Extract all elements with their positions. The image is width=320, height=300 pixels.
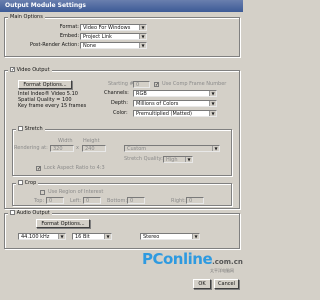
chevron-down-icon: ▼ bbox=[185, 157, 192, 162]
stretch-quality-value: High bbox=[166, 157, 178, 163]
stretch-preset-select[interactable]: Custom ▼ bbox=[124, 145, 220, 152]
rendering-at-label: Rendering at: bbox=[14, 145, 48, 151]
post-render-select-value: None bbox=[83, 43, 97, 49]
post-render-select[interactable]: None ▼ bbox=[80, 42, 147, 49]
starting-number-label: Starting #: bbox=[108, 81, 136, 87]
audio-channels-value: Stereo bbox=[143, 234, 160, 240]
use-comp-frame-checkbox[interactable]: ✓ bbox=[154, 82, 159, 88]
audio-rate-value: 44.100 kHz bbox=[21, 234, 50, 240]
watermark-brand: PConline bbox=[142, 250, 213, 268]
crop-title: Crop bbox=[24, 180, 37, 186]
lock-aspect-label: Lock Aspect Ratio to 4:3 bbox=[44, 165, 105, 171]
stretch-title-wrap: Stretch bbox=[16, 126, 45, 133]
format-select-value: Video For Windows bbox=[83, 25, 131, 31]
rendering-at-height-field[interactable]: 240 bbox=[82, 145, 106, 152]
ok-button[interactable]: OK bbox=[193, 279, 211, 289]
crop-left-label: Left: bbox=[70, 198, 82, 204]
watermark-brand-line: PConline.com.cn bbox=[142, 250, 243, 268]
color-label: Color: bbox=[113, 110, 128, 116]
chevron-down-icon: ▼ bbox=[139, 34, 146, 39]
color-select-value: Premultiplied (Matted) bbox=[136, 111, 192, 117]
stretch-quality-select[interactable]: High ▼ bbox=[163, 156, 193, 163]
format-label: Format: bbox=[59, 24, 79, 30]
watermark-slogan: 太平洋电脑网 bbox=[210, 268, 234, 273]
title-bar: Output Module Settings bbox=[0, 0, 243, 12]
chevron-down-icon: ▼ bbox=[139, 25, 146, 30]
stretch-quality-label: Stretch Quality: bbox=[124, 156, 163, 162]
chevron-down-icon: ▼ bbox=[58, 234, 65, 239]
crop-left-field[interactable]: 0 bbox=[83, 197, 101, 204]
chevron-down-icon: ▼ bbox=[209, 101, 216, 106]
color-select[interactable]: Premultiplied (Matted) ▼ bbox=[133, 110, 217, 117]
audio-bits-value: 16 Bit bbox=[75, 234, 90, 240]
depth-label: Depth: bbox=[111, 100, 128, 106]
cancel-button[interactable]: Cancel bbox=[214, 279, 239, 289]
crop-top-label: Top: bbox=[34, 198, 45, 204]
video-format-options-button[interactable]: Format Options... bbox=[18, 80, 72, 89]
depth-select-value: Millions of Colors bbox=[136, 101, 179, 107]
crop-checkbox[interactable] bbox=[18, 180, 23, 185]
audio-format-options-button[interactable]: Format Options... bbox=[36, 219, 90, 228]
lock-aspect-checkbox[interactable]: ✓ bbox=[36, 166, 41, 172]
use-comp-frame-label: Use Comp Frame Number bbox=[162, 81, 227, 87]
chevron-down-icon: ▼ bbox=[209, 111, 216, 116]
channels-select-value: RGB bbox=[136, 91, 147, 97]
chevron-down-icon: ▼ bbox=[209, 91, 216, 96]
format-select[interactable]: Video For Windows ▼ bbox=[80, 24, 147, 31]
crop-right-label: Right: bbox=[171, 198, 186, 204]
crop-bottom-field[interactable]: 0 bbox=[127, 197, 145, 204]
embed-select-value: Project Link bbox=[83, 34, 112, 40]
channels-select[interactable]: RGB ▼ bbox=[133, 90, 217, 97]
height-column-label: Height bbox=[83, 138, 100, 144]
starting-number-field[interactable]: 0 bbox=[133, 81, 150, 88]
chevron-down-icon: ▼ bbox=[139, 43, 146, 48]
rendering-at-width-field[interactable]: 320 bbox=[50, 145, 74, 152]
stretch-checkbox[interactable] bbox=[18, 126, 23, 131]
audio-rate-select[interactable]: 44.100 kHz ▼ bbox=[18, 233, 66, 240]
main-options-title: Main Options bbox=[8, 14, 45, 21]
dimension-separator: x bbox=[76, 145, 79, 151]
codec-info-line-3: Key frame every 15 frames bbox=[18, 103, 87, 109]
chevron-down-icon: ▼ bbox=[104, 234, 111, 239]
audio-output-title: Audio Output bbox=[16, 210, 50, 216]
use-roi-label: Use Region of Interest bbox=[48, 189, 104, 195]
audio-bits-select[interactable]: 16 Bit ▼ bbox=[72, 233, 112, 240]
audio-channels-select[interactable]: Stereo ▼ bbox=[140, 233, 200, 240]
crop-title-wrap: Crop bbox=[16, 180, 39, 187]
audio-output-title-wrap: Audio Output bbox=[8, 210, 52, 217]
video-output-title-wrap: ✓ Video Output bbox=[8, 67, 52, 74]
embed-select[interactable]: Project Link ▼ bbox=[80, 33, 147, 40]
stretch-title: Stretch bbox=[24, 126, 43, 132]
chevron-down-icon: ▼ bbox=[192, 234, 199, 239]
use-roi-checkbox[interactable] bbox=[40, 190, 45, 195]
width-column-label: Width bbox=[58, 138, 73, 144]
crop-bottom-label: Bottom: bbox=[107, 198, 128, 204]
window-title: Output Module Settings bbox=[5, 2, 86, 9]
channels-label: Channels: bbox=[104, 90, 129, 96]
video-output-title: Video Output bbox=[16, 67, 50, 73]
stretch-preset-value: Custom bbox=[127, 146, 147, 152]
video-output-checkbox[interactable]: ✓ bbox=[10, 67, 15, 73]
depth-select[interactable]: Millions of Colors ▼ bbox=[133, 100, 217, 107]
crop-right-field[interactable]: 0 bbox=[186, 197, 204, 204]
watermark-domain: .com.cn bbox=[212, 258, 243, 266]
chevron-down-icon: ▼ bbox=[212, 146, 219, 151]
post-render-label: Post-Render Action: bbox=[30, 42, 79, 48]
embed-label: Embed: bbox=[59, 33, 79, 39]
crop-top-field[interactable]: 0 bbox=[46, 197, 64, 204]
audio-output-checkbox[interactable] bbox=[10, 210, 15, 215]
